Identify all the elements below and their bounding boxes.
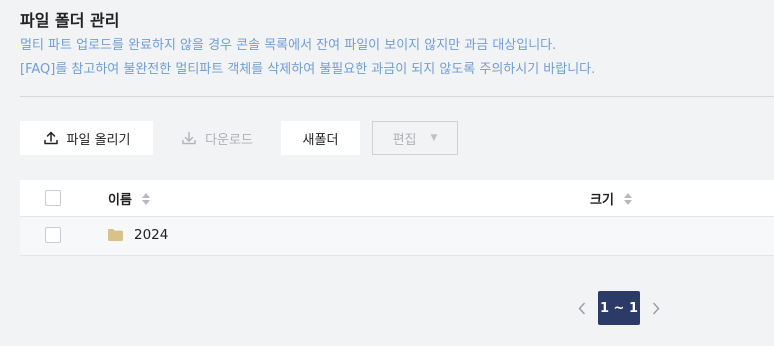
sort-icon[interactable] [141,192,150,205]
folder-icon [108,229,123,241]
upload-icon [43,130,59,146]
column-name-label: 이름 [108,193,132,208]
column-header-size[interactable]: 크기 [590,189,632,208]
table-row[interactable]: 2024 [20,217,774,256]
folder-name: 2024 [134,227,169,243]
table-header: 이름 크기 [20,180,774,217]
notice-multipart: 멀티 파트 업로드를 완료하지 않을 경우 콘솔 목록에서 잔여 파일이 보이지… [20,38,557,53]
download-icon [181,130,197,146]
notice-faq: [FAQ]를 참고하여 불완전한 멀티파트 객체를 삭제하여 불필요한 과금이 … [20,62,596,77]
upload-label: 파일 올리기 [66,132,131,148]
row-checkbox[interactable] [45,227,61,243]
pagination: 1 ~ 1 [570,291,668,325]
column-header-name[interactable]: 이름 [108,189,150,208]
toolbar: 파일 올리기 다운로드 새폴더 편집 ▼ [20,121,464,155]
divider [20,96,774,97]
upload-button[interactable]: 파일 올리기 [20,121,153,155]
chevron-left-icon[interactable] [570,291,594,325]
download-button[interactable]: 다운로드 [159,121,275,155]
edit-label: 편집 [392,132,417,148]
page-title: 파일 폴더 관리 [20,11,120,30]
sort-icon[interactable] [623,192,632,205]
select-all-checkbox[interactable] [45,190,61,206]
chevron-right-icon[interactable] [644,291,668,325]
folder-name-cell[interactable]: 2024 [108,227,168,243]
new-folder-label: 새폴더 [302,132,339,148]
edit-dropdown[interactable]: 편집 ▼ [372,121,458,155]
current-page[interactable]: 1 ~ 1 [598,291,640,325]
download-label: 다운로드 [205,132,253,148]
new-folder-button[interactable]: 새폴더 [281,121,360,155]
caret-down-icon: ▼ [430,133,438,143]
column-size-label: 크기 [590,193,614,208]
